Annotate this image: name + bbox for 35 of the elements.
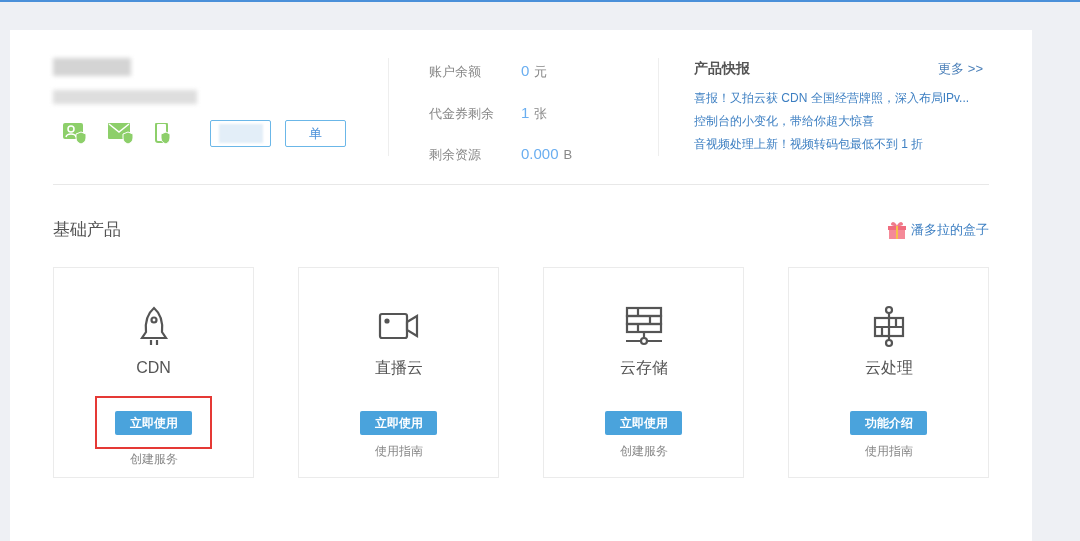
product-sub-link[interactable]: 使用指南 [374, 441, 423, 460]
stat-value: 0.000 [521, 144, 559, 164]
stat-label: 账户余额 [429, 63, 482, 81]
product-name: 云处理 [864, 357, 913, 378]
primary-button[interactable]: 立即使用 [115, 410, 192, 435]
blur-patch [219, 124, 263, 143]
primary-button[interactable]: 功能介绍 [850, 410, 927, 435]
news-link[interactable]: 喜报！又拍云获 CDN 全国经营牌照，深入布局IPv... [694, 89, 983, 107]
section-title: 基础产品 [53, 219, 121, 241]
stat-label: 代金券剩余 [429, 104, 495, 123]
news-title: 产品快报 [694, 59, 750, 78]
news-link[interactable]: 音视频处理上新！视频转码包最低不到 1 折 [694, 135, 983, 153]
product-sub-link[interactable]: 创建服务 [129, 449, 178, 468]
news-link[interactable]: 控制台的小变化，带给你超大惊喜 [694, 112, 983, 130]
stat-value: 0 [521, 61, 530, 81]
outline-button[interactable]: 单 [285, 120, 346, 147]
stat-unit: 元 [534, 63, 548, 81]
stat-label: 剩余资源 [429, 146, 482, 164]
stat-unit: B [563, 146, 573, 164]
product-sub-link[interactable]: 使用指南 [864, 441, 913, 460]
product-name: 云存储 [619, 357, 668, 378]
product-name: 直播云 [374, 357, 423, 378]
gift-icon [887, 220, 907, 239]
product-name: CDN [136, 357, 171, 378]
outline-button[interactable] [210, 120, 271, 147]
verified-id-icon [63, 122, 87, 145]
stat-value: 1 [521, 102, 530, 123]
verified-phone-icon [155, 122, 171, 145]
pandora-box-link[interactable]: 潘多拉的盒子 [911, 220, 989, 240]
stat-unit: 张 [534, 104, 548, 123]
primary-button[interactable]: 立即使用 [360, 410, 437, 435]
verified-email-icon [108, 122, 134, 145]
more-link[interactable]: 更多 >> [938, 58, 983, 79]
product-sub-link[interactable]: 创建服务 [619, 441, 668, 460]
primary-button[interactable]: 立即使用 [605, 410, 682, 435]
